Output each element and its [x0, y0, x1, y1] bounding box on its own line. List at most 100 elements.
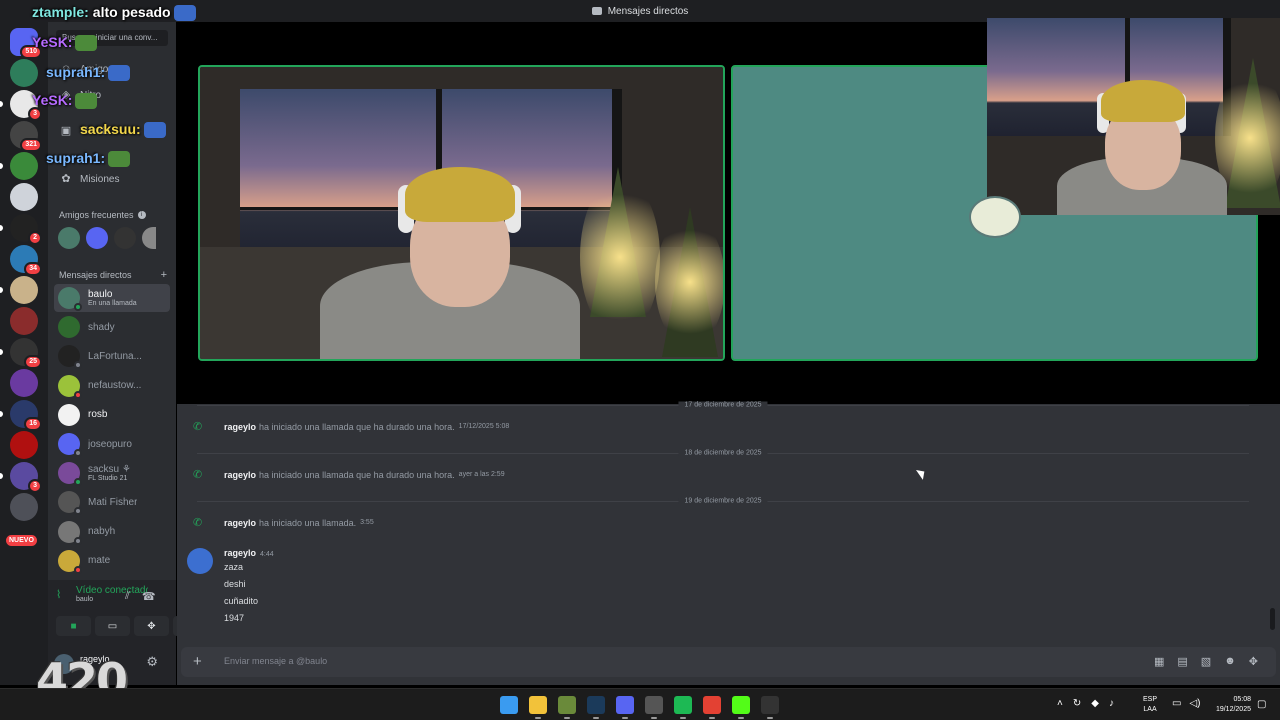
dm-item[interactable]: rosb	[54, 401, 170, 429]
info-icon[interactable]: i	[137, 211, 146, 219]
terminal-icon[interactable]	[761, 696, 779, 719]
server-icon[interactable]	[10, 152, 38, 180]
status-indicator	[74, 390, 82, 399]
unread-pill	[0, 101, 3, 107]
steam-icon[interactable]	[587, 696, 605, 719]
server-icon[interactable]: 25	[10, 338, 42, 369]
file-explorer-icon[interactable]	[529, 696, 547, 719]
obs-icon[interactable]	[645, 696, 663, 719]
server-icon[interactable]	[10, 493, 38, 521]
taskbar: ˄ ↻ ◆ ♪ ESP LAA ▭ ◁) 05:08 19/12/2025 ▢	[0, 688, 1280, 720]
status-indicator	[74, 478, 82, 487]
server-icon[interactable]	[10, 307, 38, 335]
message-composer[interactable]: + Enviar mensaje a @baulo ▦ ▤ ▧ ☻ ✥	[181, 647, 1276, 677]
unread-pill	[0, 349, 3, 355]
disconnect-icon[interactable]: ☎	[142, 590, 156, 603]
server-icon[interactable]	[10, 183, 38, 211]
overlay-message: alto pesado	[92, 4, 171, 20]
frequent-friend-avatar[interactable]	[114, 227, 136, 249]
screen-share-button[interactable]: ▭	[95, 616, 130, 636]
server-icon[interactable]	[10, 59, 38, 87]
overlay-chat-line: suprah1:	[46, 64, 131, 82]
network-icon[interactable]: ▭	[1172, 698, 1181, 709]
server-icon[interactable]	[10, 431, 38, 459]
chrome-icon[interactable]	[703, 696, 721, 719]
dm-item[interactable]: shady	[54, 313, 170, 341]
windows-start-icon[interactable]	[500, 696, 518, 714]
spotify-icon[interactable]	[674, 696, 692, 719]
direct-messages-header: Mensajes directos +	[59, 269, 167, 281]
sticker-icon[interactable]: ▧	[1201, 655, 1211, 668]
server-icon[interactable]	[10, 369, 38, 397]
gif-icon[interactable]: ▤	[1177, 655, 1187, 668]
overlay-chat-line: YeSK:	[32, 92, 98, 110]
overlay-chat-line: YeSK:	[32, 34, 98, 52]
dm-item[interactable]: LaFortuna...	[54, 342, 170, 370]
minecraft-icon[interactable]	[558, 696, 576, 719]
server-icon[interactable]: 2	[10, 214, 42, 245]
frequent-friends-list	[58, 227, 156, 249]
message-line: deshi	[224, 579, 246, 589]
unread-pill	[0, 163, 3, 169]
frequent-friend-avatar[interactable]	[142, 227, 156, 249]
running-indicator	[651, 717, 657, 719]
phone-icon: ✆	[193, 421, 203, 433]
server-icon[interactable]: 34	[10, 245, 42, 276]
activities-button[interactable]: ✥	[134, 616, 169, 636]
unread-pill	[0, 473, 3, 479]
dm-item[interactable]: nabyh	[54, 518, 170, 546]
dm-item[interactable]: sacksu ⚘ FL Studio 21	[54, 459, 170, 487]
apps-icon[interactable]: ✥	[1249, 655, 1258, 668]
clock[interactable]: 05:08 19/12/2025	[1207, 695, 1251, 715]
server-rail: 510 3 321 2 34 25 16 3	[0, 22, 48, 685]
camera-button[interactable]: ■	[56, 616, 91, 636]
emote-icon	[75, 35, 98, 52]
frequent-friend-avatar[interactable]	[58, 227, 80, 249]
gear-icon[interactable]: ⚙	[146, 654, 158, 670]
attach-icon[interactable]: +	[193, 653, 202, 670]
server-icon[interactable]	[10, 276, 38, 304]
discord-icon[interactable]	[616, 696, 634, 719]
avatar	[58, 287, 82, 311]
emoji-icon[interactable]: ☻	[1224, 655, 1236, 668]
microphone-icon[interactable]: ♪	[1109, 698, 1114, 709]
video-tile-self[interactable]	[198, 65, 725, 361]
volume-icon[interactable]: ◁)	[1189, 698, 1200, 709]
message-input[interactable]: Enviar mensaje a @baulo	[224, 656, 327, 666]
gift-icon[interactable]: ▦	[1154, 655, 1164, 668]
emote-icon	[108, 65, 131, 82]
dm-item[interactable]: nefaustow...	[54, 372, 170, 400]
status-indicator	[74, 361, 82, 370]
dm-item[interactable]: mate	[54, 547, 170, 575]
avatar	[58, 520, 82, 545]
language-indicator[interactable]: ESP LAA	[1143, 695, 1157, 715]
dm-subtitle: En una llamada	[88, 300, 137, 307]
server-icon[interactable]: 321	[10, 121, 42, 152]
dm-item[interactable]: joseopuro	[54, 430, 170, 458]
add-dm-icon[interactable]: +	[161, 269, 167, 281]
kick-icon[interactable]	[732, 696, 750, 719]
server-icon[interactable]: 16	[10, 400, 42, 431]
scrollbar[interactable]	[1270, 608, 1275, 630]
dm-item[interactable]: Mati Fisher	[54, 488, 170, 516]
chevron-up-icon[interactable]: ˄	[1057, 698, 1063, 709]
server-icon[interactable]: 3	[10, 462, 42, 493]
emote-icon	[143, 122, 166, 139]
frequent-friend-avatar[interactable]	[86, 227, 108, 249]
sync-icon[interactable]: ↻	[1073, 698, 1081, 709]
unread-pill	[0, 287, 3, 293]
noise-suppression-icon[interactable]: ⫽	[125, 590, 130, 603]
running-indicator	[709, 717, 715, 719]
avatar[interactable]	[187, 548, 213, 574]
nav-quests[interactable]: ✿ Misiones	[56, 168, 168, 190]
new-badge[interactable]: NUEVO	[6, 535, 37, 546]
notification-icon[interactable]: ▢	[1257, 699, 1266, 710]
dm-name: nefaustow...	[88, 380, 142, 392]
overlay-chat-line: suprah1:	[46, 150, 131, 168]
shield-icon[interactable]: ◆	[1091, 698, 1099, 709]
date-divider: 17 de diciembre de 2025	[197, 401, 1249, 409]
dm-item[interactable]: baulo En una llamada	[54, 284, 170, 312]
message-line: 1947	[224, 613, 245, 623]
unread-badge: 321	[20, 138, 42, 152]
message-author[interactable]: rageylo	[224, 548, 256, 558]
